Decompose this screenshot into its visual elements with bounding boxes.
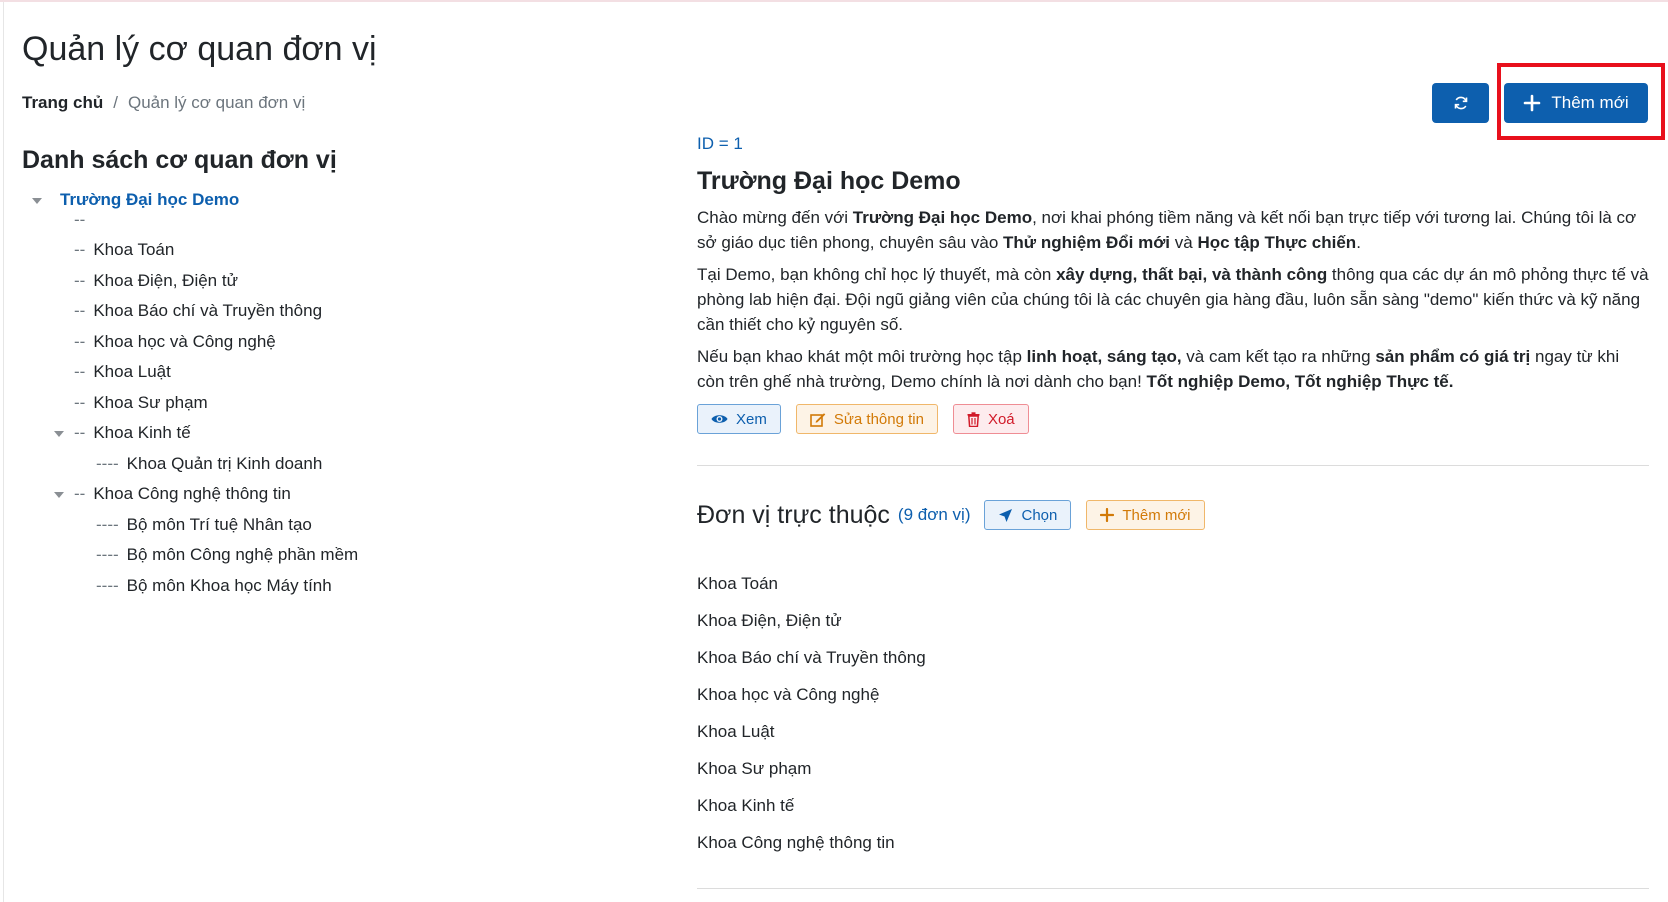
- detail-actions: Xem Sửa thông tin Xoá: [697, 404, 1029, 434]
- tree-item-label: Khoa Quản trị Kinh doanh: [126, 454, 323, 473]
- tree-item[interactable]: ---- Bộ môn Trí tuệ Nhân tạo: [96, 510, 312, 540]
- org-name: Trường Đại học Demo: [697, 167, 961, 195]
- tree-item-prefix: --: [74, 423, 86, 442]
- choose-label: Chọn: [1021, 506, 1058, 524]
- tree-item-prefix: --: [74, 484, 86, 503]
- subunits-header: Đơn vị trực thuộc (9 đơn vị) Chọn Thêm m…: [697, 500, 1205, 530]
- tree-item[interactable]: -- Khoa Toán: [74, 235, 174, 265]
- tree-item-prefix: ----: [96, 454, 119, 473]
- edit-icon: [810, 412, 826, 427]
- tree-item[interactable]: ---- Bộ môn Công nghệ phần mềm: [96, 540, 358, 570]
- tree-item-prefix: --: [74, 210, 86, 229]
- plus-icon: [1100, 508, 1115, 522]
- tree-item[interactable]: ---- Khoa Quản trị Kinh doanh: [96, 449, 322, 479]
- tree-item-label: Khoa Kinh tế: [93, 423, 191, 442]
- top-border: [0, 0, 1668, 2]
- add-subunit-button[interactable]: Thêm mới: [1086, 500, 1205, 530]
- subunits-count: (9 đơn vị): [897, 505, 971, 524]
- delete-button[interactable]: Xoá: [952, 404, 1029, 434]
- list-item: Khoa Công nghệ thông tin: [697, 833, 895, 852]
- list-item: Khoa Kinh tế: [697, 796, 795, 815]
- tree-item-label: Khoa Điện, Điện tử: [93, 271, 238, 290]
- subunits-actions: Chọn Thêm mới: [984, 500, 1205, 530]
- choose-button[interactable]: Chọn: [984, 500, 1072, 530]
- refresh-icon: [1454, 96, 1467, 110]
- list-item: Khoa Điện, Điện tử: [697, 611, 842, 630]
- tree-item-prefix: --: [74, 332, 86, 351]
- add-new-button[interactable]: Thêm mới: [1504, 83, 1648, 123]
- org-description: Chào mừng đến với Trường Đại học Demo, n…: [697, 205, 1649, 401]
- caret-down-icon[interactable]: [32, 198, 42, 204]
- tree-item-label: Bộ môn Trí tuệ Nhân tạo: [126, 515, 312, 534]
- tree-item[interactable]: -- Khoa Kinh tế: [54, 418, 191, 448]
- tree-item-prefix: --: [74, 393, 86, 412]
- description-paragraph: Tại Demo, bạn không chỉ học lý thuyết, m…: [697, 265, 1649, 334]
- eye-icon: [711, 415, 728, 423]
- tree-title: Danh sách cơ quan đơn vị: [22, 146, 337, 174]
- tree-item-prefix: ----: [96, 545, 119, 564]
- divider: [697, 888, 1649, 889]
- add-new-label: Thêm mới: [1551, 93, 1629, 112]
- tree-item-label: Khoa Báo chí và Truyền thông: [93, 301, 323, 320]
- edit-label: Sửa thông tin: [833, 410, 924, 428]
- tree-item-prefix: --: [74, 362, 86, 381]
- tree-item-label: Khoa Luật: [93, 362, 171, 381]
- tree-item[interactable]: -- Khoa Điện, Điện tử: [74, 266, 238, 296]
- tree-item-prefix: --: [74, 240, 86, 259]
- tree-item-label: Khoa học và Công nghệ: [93, 332, 276, 351]
- breadcrumb-separator: /: [113, 93, 118, 112]
- trash-icon: [967, 411, 980, 427]
- tree-item-root[interactable]: Trường Đại học Demo: [22, 185, 239, 215]
- delete-label: Xoá: [987, 410, 1015, 428]
- add-subunit-label: Thêm mới: [1122, 506, 1191, 524]
- list-item: Khoa Luật: [697, 722, 775, 741]
- tree-item-prefix: --: [74, 271, 86, 290]
- tree-item[interactable]: -- Khoa Luật: [74, 357, 171, 387]
- tree-item[interactable]: ---- Bộ môn Khoa học Máy tính: [96, 571, 332, 601]
- list-item: Khoa Toán: [697, 574, 778, 593]
- tree-item[interactable]: -- Khoa Sư phạm: [74, 388, 208, 418]
- tree-item-prefix: --: [74, 301, 86, 320]
- tree-item-label: Bộ môn Khoa học Máy tính: [126, 576, 332, 595]
- page-title: Quản lý cơ quan đơn vị: [22, 30, 377, 68]
- caret-down-icon[interactable]: [54, 431, 64, 437]
- edit-button[interactable]: Sửa thông tin: [795, 404, 938, 434]
- tree-item[interactable]: -- Khoa Công nghệ thông tin: [54, 479, 291, 509]
- caret-down-icon[interactable]: [54, 492, 64, 498]
- record-id: ID = 1: [697, 134, 743, 153]
- tree-item-prefix: ----: [96, 576, 119, 595]
- breadcrumb-current: Quản lý cơ quan đơn vị: [127, 93, 306, 112]
- refresh-button[interactable]: [1432, 83, 1489, 123]
- view-button[interactable]: Xem: [697, 404, 781, 434]
- breadcrumb: Trang chủ / Quản lý cơ quan đơn vị: [22, 93, 305, 113]
- list-item: Khoa Báo chí và Truyền thông: [697, 648, 926, 667]
- list-item: Khoa Sư phạm: [697, 759, 812, 778]
- breadcrumb-home-link[interactable]: Trang chủ: [22, 93, 103, 113]
- send-icon: [999, 508, 1013, 522]
- list-item: Khoa học và Công nghệ: [697, 685, 880, 704]
- left-border: [3, 2, 4, 902]
- tree-item[interactable]: -- Khoa học và Công nghệ: [74, 327, 276, 357]
- tree-item-prefix: ----: [96, 515, 119, 534]
- tree-item-label: Khoa Sư phạm: [93, 393, 208, 412]
- view-label: Xem: [736, 410, 767, 428]
- description-paragraph: Nếu bạn khao khát một môi trường học tập…: [697, 347, 1620, 391]
- tree-item[interactable]: --: [74, 205, 93, 235]
- tree-item-label: Khoa Toán: [93, 240, 175, 259]
- subunits-title: Đơn vị trực thuộc: [697, 500, 890, 529]
- divider: [697, 465, 1649, 466]
- plus-icon: [1524, 94, 1541, 112]
- description-paragraph: Chào mừng đến với Trường Đại học Demo, n…: [697, 208, 1637, 252]
- tree-item[interactable]: -- Khoa Báo chí và Truyền thông: [74, 296, 322, 326]
- tree-item-label: Bộ môn Công nghệ phần mềm: [126, 545, 359, 564]
- tree-item-label: Khoa Công nghệ thông tin: [93, 484, 291, 503]
